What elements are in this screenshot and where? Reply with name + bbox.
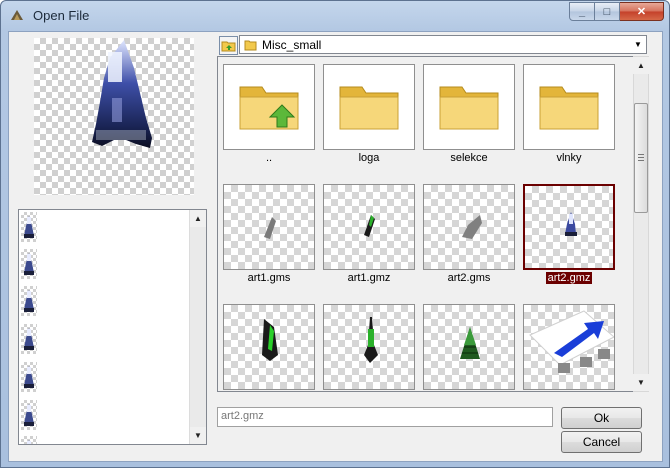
item-thumbnail bbox=[223, 304, 315, 390]
sprite-image bbox=[364, 215, 375, 237]
item-thumbnail bbox=[523, 304, 615, 390]
folder-up-icon bbox=[239, 86, 299, 130]
folder-icon bbox=[439, 86, 499, 130]
scroll-thumb[interactable] bbox=[634, 103, 648, 213]
frame-thumbnail[interactable] bbox=[21, 212, 37, 242]
frame-thumbnail[interactable] bbox=[21, 324, 37, 354]
item-label: .. bbox=[265, 152, 273, 164]
folder-item[interactable]: .. bbox=[222, 63, 316, 181]
chevron-down-icon[interactable]: ▼ bbox=[631, 37, 645, 52]
item-thumbnail bbox=[323, 304, 415, 390]
file-item[interactable]: art1.gms bbox=[222, 183, 316, 301]
path-dropdown[interactable]: Misc_small ▼ bbox=[239, 35, 647, 54]
sprite-image bbox=[462, 215, 482, 239]
item-thumbnail bbox=[423, 184, 515, 270]
file-item[interactable]: art4.gmz bbox=[322, 303, 416, 391]
minimize-button[interactable]: _ bbox=[569, 2, 595, 21]
folder-item[interactable]: loga bbox=[322, 63, 416, 181]
item-thumbnail bbox=[323, 64, 415, 150]
filename-field[interactable]: art2.gmz bbox=[217, 407, 553, 427]
maximize-button[interactable]: □ bbox=[595, 2, 620, 21]
item-thumbnail bbox=[323, 184, 415, 270]
file-item[interactable]: art2.gms bbox=[422, 183, 516, 301]
window-title: Open File bbox=[33, 8, 90, 23]
caption-buttons: _ □ ✕ bbox=[569, 2, 664, 22]
file-item[interactable]: art2.gmz bbox=[522, 183, 616, 301]
frame-thumbnail[interactable] bbox=[21, 362, 37, 392]
file-item[interactable]: art1.gmz bbox=[322, 183, 416, 301]
path-text: Misc_small bbox=[262, 38, 322, 52]
file-item[interactable]: art5.gmz bbox=[422, 303, 516, 391]
item-label: selekce bbox=[450, 152, 488, 164]
cancel-button[interactable]: Cancel bbox=[561, 431, 642, 453]
frame-thumbnail[interactable] bbox=[21, 400, 37, 430]
item-label: art1.gmz bbox=[347, 272, 391, 284]
item-label: art2.gms bbox=[447, 272, 491, 284]
item-label: art1.gms bbox=[247, 272, 291, 284]
frame-thumbnail[interactable] bbox=[21, 436, 37, 444]
frames-list[interactable]: ▲ ▼ bbox=[18, 209, 207, 445]
file-item[interactable]: art3.gmz bbox=[222, 303, 316, 391]
open-file-dialog: Open File _ □ ✕ ▲ ▼ Misc_small ▼ .. loga… bbox=[0, 0, 670, 468]
scroll-up-arrow-icon[interactable]: ▲ bbox=[190, 210, 206, 227]
item-label: loga bbox=[358, 152, 380, 164]
frame-thumbnail[interactable] bbox=[21, 286, 37, 316]
sprite-image bbox=[262, 319, 278, 361]
sprite-image bbox=[264, 217, 276, 239]
folder-icon bbox=[339, 86, 399, 130]
item-thumbnail bbox=[423, 304, 515, 390]
frame-thumbnail[interactable] bbox=[21, 249, 37, 279]
close-button[interactable]: ✕ bbox=[620, 2, 664, 21]
item-thumbnail bbox=[223, 64, 315, 150]
item-label: art2.gmz bbox=[545, 272, 593, 284]
folder-up-icon bbox=[221, 41, 236, 52]
sprite-image bbox=[529, 310, 615, 373]
item-label: vlnky bbox=[556, 152, 582, 164]
item-thumbnail bbox=[223, 184, 315, 270]
scroll-down-arrow-icon[interactable]: ▼ bbox=[633, 374, 649, 391]
preview-sprite-image bbox=[92, 40, 152, 148]
scroll-down-arrow-icon[interactable]: ▼ bbox=[190, 427, 206, 444]
title-bar[interactable]: Open File _ □ ✕ bbox=[1, 1, 669, 31]
sprite-image bbox=[565, 212, 577, 236]
folder-item[interactable]: selekce bbox=[422, 63, 516, 181]
folder-icon bbox=[244, 40, 257, 51]
dialog-client: ▲ ▼ Misc_small ▼ .. loga selekce vlnky art1.… bbox=[8, 31, 663, 462]
sprite-image bbox=[364, 317, 378, 363]
folder-item[interactable]: vlnky bbox=[522, 63, 616, 181]
sprite-preview bbox=[34, 38, 194, 195]
sprite-image bbox=[460, 327, 480, 359]
item-thumbnail bbox=[523, 184, 615, 270]
item-thumbnail bbox=[423, 64, 515, 150]
frames-scrollbar[interactable]: ▲ ▼ bbox=[189, 210, 206, 444]
folder-icon bbox=[539, 86, 599, 130]
frames-list-items bbox=[19, 210, 189, 444]
ok-button[interactable]: Ok bbox=[561, 407, 642, 429]
up-folder-button[interactable] bbox=[219, 36, 238, 55]
scroll-up-arrow-icon[interactable]: ▲ bbox=[633, 57, 649, 74]
file-grid-scrollbar[interactable]: ▲ ▼ bbox=[633, 56, 649, 392]
file-grid[interactable]: .. loga selekce vlnky art1.gms art1.gmz art2.g… bbox=[217, 56, 646, 392]
app-icon bbox=[11, 10, 23, 20]
item-thumbnail bbox=[523, 64, 615, 150]
file-item[interactable]: b-dummy.gmz bbox=[522, 303, 616, 391]
